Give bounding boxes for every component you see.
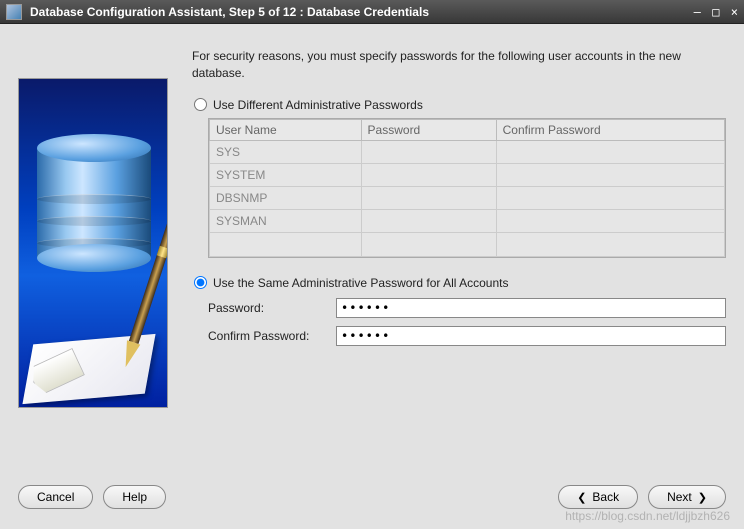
cell-username: SYSMAN — [210, 209, 362, 232]
col-confirm[interactable]: Confirm Password — [496, 119, 724, 140]
col-username[interactable]: User Name — [210, 119, 362, 140]
window-titlebar: Database Configuration Assistant, Step 5… — [0, 0, 744, 24]
radio-different-label: Use Different Administrative Passwords — [213, 98, 423, 112]
cell-username: SYS — [210, 140, 362, 163]
cell-confirm — [496, 209, 724, 232]
col-password[interactable]: Password — [361, 119, 496, 140]
cell-password — [361, 186, 496, 209]
cancel-label: Cancel — [37, 490, 74, 504]
back-label: Back — [592, 490, 619, 504]
radio-same[interactable] — [194, 276, 207, 289]
cell-password — [361, 163, 496, 186]
confirm-password-input[interactable] — [336, 326, 726, 346]
table-row: SYSTEM — [210, 163, 725, 186]
option-different-passwords[interactable]: Use Different Administrative Passwords — [194, 98, 726, 112]
table-row: SYS — [210, 140, 725, 163]
database-icon — [37, 134, 151, 264]
window-title: Database Configuration Assistant, Step 5… — [30, 5, 686, 19]
button-bar: Cancel Help ❮ Back Next ❯ — [0, 469, 744, 529]
radio-same-label: Use the Same Administrative Password for… — [213, 276, 508, 290]
chevron-right-icon: ❯ — [698, 491, 707, 504]
minimize-button[interactable]: – — [694, 5, 701, 19]
cell-confirm — [496, 140, 724, 163]
confirm-password-label: Confirm Password: — [208, 329, 336, 343]
cancel-button[interactable]: Cancel — [18, 485, 93, 509]
cell-username: DBSNMP — [210, 186, 362, 209]
help-label: Help — [122, 490, 147, 504]
wizard-side-graphic — [18, 78, 168, 408]
close-button[interactable]: × — [731, 5, 738, 19]
password-input[interactable] — [336, 298, 726, 318]
table-row: SYSMAN — [210, 209, 725, 232]
cell-confirm — [496, 186, 724, 209]
cell-username: SYSTEM — [210, 163, 362, 186]
table-row-empty — [210, 232, 725, 256]
main-panel: For security reasons, you must specify p… — [192, 48, 726, 461]
cell-password — [361, 209, 496, 232]
credentials-table: User Name Password Confirm Password SYS — [208, 118, 726, 258]
instruction-text: For security reasons, you must specify p… — [192, 48, 726, 82]
back-button[interactable]: ❮ Back — [558, 485, 638, 509]
table-row: DBSNMP — [210, 186, 725, 209]
radio-different[interactable] — [194, 98, 207, 111]
next-button[interactable]: Next ❯ — [648, 485, 726, 509]
cell-password — [361, 140, 496, 163]
maximize-button[interactable]: □ — [712, 5, 719, 19]
chevron-left-icon: ❮ — [577, 491, 586, 504]
help-button[interactable]: Help — [103, 485, 166, 509]
password-label: Password: — [208, 301, 336, 315]
option-same-password[interactable]: Use the Same Administrative Password for… — [194, 276, 726, 290]
app-icon — [6, 4, 22, 20]
next-label: Next — [667, 490, 692, 504]
cell-confirm — [496, 163, 724, 186]
